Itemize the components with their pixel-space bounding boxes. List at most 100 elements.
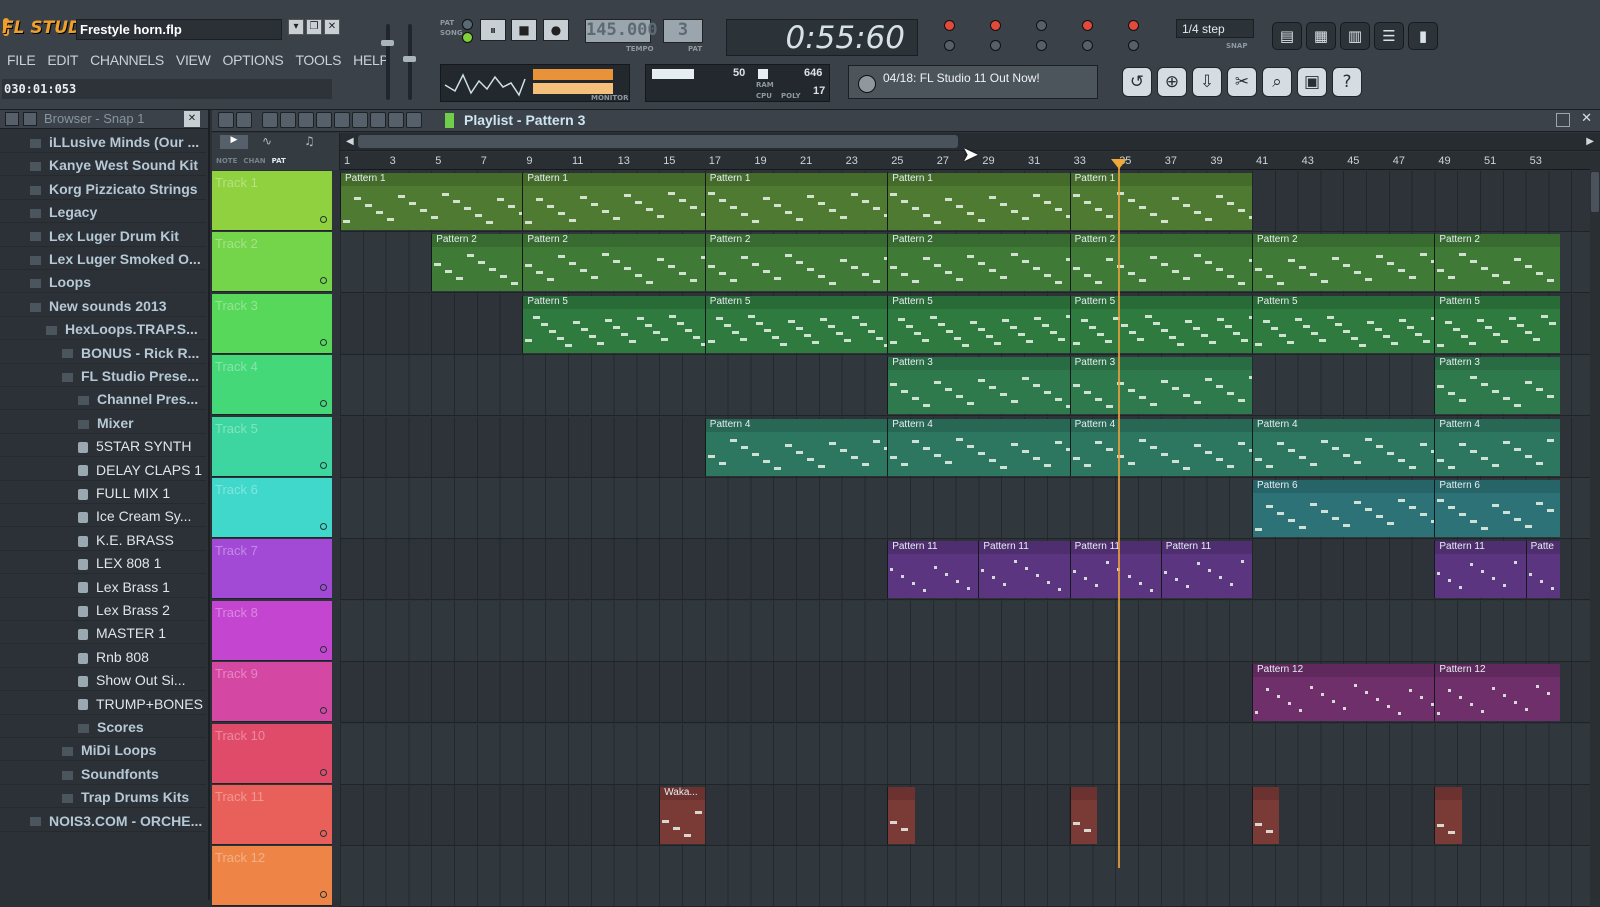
maximize-button[interactable]: ❐ <box>306 19 322 35</box>
playhead-arrow-icon[interactable] <box>1111 159 1127 169</box>
project-info-icon[interactable]: ▣ <box>1297 67 1327 97</box>
song-position-clock[interactable]: 0:55:60 <box>726 19 918 56</box>
countdown-led[interactable] <box>990 20 1001 31</box>
pattern-clip[interactable]: Pattern 6 <box>1434 480 1560 537</box>
menu-edit[interactable]: EDIT <box>42 50 83 70</box>
track-mute-icon[interactable] <box>320 400 327 408</box>
search-icon[interactable]: ⌕ <box>1262 67 1292 97</box>
browser-file-item[interactable]: TRUMP+BONES <box>0 692 206 715</box>
playlist-menu-icon[interactable] <box>218 112 234 128</box>
track-lane[interactable] <box>340 846 1590 907</box>
pattern-clip[interactable]: Pattern 11 <box>1160 541 1252 599</box>
play-tool-icon[interactable]: ▶ <box>220 135 248 149</box>
pattern-clip[interactable]: Pattern 4 <box>887 418 1070 476</box>
undo-icon[interactable]: ↺ <box>1122 67 1152 97</box>
pattern-clip[interactable]: Pattern 1 <box>522 173 705 230</box>
browser-folder-item[interactable]: HexLoops.TRAP.S... <box>0 317 206 341</box>
track-header[interactable]: Track 12 <box>212 846 332 907</box>
mixer-window-icon[interactable]: ▮ <box>1408 22 1438 50</box>
pattern-clip[interactable] <box>887 787 915 844</box>
browser-folder-item[interactable]: iLLusive Minds (Our ... <box>0 130 206 153</box>
master-pitch-slider[interactable] <box>403 24 416 100</box>
browser-folder-item[interactable]: New sounds 2013 <box>0 294 206 317</box>
track-mute-icon[interactable] <box>320 461 327 469</box>
browser-folder-item[interactable]: Lex Luger Smoked O... <box>0 247 206 270</box>
pattern-clip[interactable]: Pattern 1 <box>1069 173 1252 230</box>
filter-note[interactable]: NOTE <box>216 157 237 165</box>
pattern-clip[interactable]: Pattern 3 <box>1434 357 1560 415</box>
track-mute-icon[interactable] <box>320 768 327 776</box>
pattern-clip[interactable] <box>1252 787 1280 844</box>
browser-close-icon[interactable]: ✕ <box>184 111 200 127</box>
track-lane[interactable] <box>340 723 1590 785</box>
audio-input-led[interactable] <box>1128 40 1139 51</box>
slice-tool-icon[interactable] <box>352 112 368 128</box>
pattern-number-display[interactable]: 3 <box>663 19 703 43</box>
note-icon[interactable]: ♫ <box>304 134 315 148</box>
metronome-led[interactable] <box>944 20 955 31</box>
pattern-clip[interactable]: Pattern 11 <box>1434 541 1526 599</box>
loop-record-led[interactable] <box>1082 20 1093 31</box>
stop-button[interactable]: ■ <box>511 19 537 41</box>
browser-snap-icon[interactable] <box>23 112 37 126</box>
piano-roll-icon[interactable]: ▥ <box>1340 22 1370 50</box>
browser-file-item[interactable]: Lex Brass 1 <box>0 575 206 598</box>
tempo-display[interactable]: 145.000 <box>585 19 658 43</box>
brush-icon[interactable] <box>280 112 296 128</box>
browser-folder-item[interactable]: Soundfonts <box>0 762 206 785</box>
pattern-clip[interactable]: Pattern 6 <box>1252 480 1435 537</box>
pattern-clip[interactable]: Pattern 5 <box>1069 295 1252 353</box>
browser-folder-item[interactable]: Channel Pres... <box>0 387 206 411</box>
menu-tools[interactable]: TOOLS <box>290 50 346 70</box>
pattern-clip[interactable]: Pattern 12 <box>1252 664 1435 722</box>
pattern-clip[interactable] <box>1434 787 1462 844</box>
pattern-clip[interactable]: Pattern 5 <box>1434 295 1560 353</box>
scroll-right-icon[interactable]: ▶ <box>1586 136 1594 147</box>
track-header[interactable]: Track 4 <box>212 355 332 416</box>
pattern-clip[interactable]: Pattern 4 <box>1434 418 1560 476</box>
track-header[interactable]: Track 7 <box>212 539 332 600</box>
pattern-clip[interactable]: Pattern 5 <box>522 295 705 353</box>
pattern-clip[interactable]: Pattern 5 <box>887 295 1070 353</box>
zoom-tool-icon[interactable] <box>388 112 404 128</box>
pattern-clip[interactable]: Waka... <box>659 787 705 844</box>
pattern-clip[interactable]: Pattern 4 <box>1069 418 1252 476</box>
scrollbar-thumb[interactable] <box>358 135 958 148</box>
track-header[interactable]: Track 11 <box>212 785 332 845</box>
track-lane[interactable] <box>340 785 1590 846</box>
browser-file-item[interactable]: Rnb 808 <box>0 645 206 668</box>
playlist-window-icon[interactable]: ▤ <box>1272 22 1302 50</box>
pencil-icon[interactable] <box>262 112 278 128</box>
browser-file-item[interactable]: LEX 808 1 <box>0 551 206 575</box>
pattern-clip[interactable]: Patte <box>1525 541 1560 599</box>
pattern-clip[interactable]: Pattern 2 <box>431 234 523 292</box>
song-mode-led[interactable] <box>462 32 473 43</box>
pattern-clip[interactable]: Pattern 2 <box>887 234 1070 292</box>
project-title[interactable]: Frestyle horn.flp <box>76 19 282 40</box>
track-mute-icon[interactable] <box>320 891 327 899</box>
pattern-clip[interactable]: Pattern 5 <box>1252 295 1435 353</box>
browser-file-item[interactable]: DELAY CLAPS 1 <box>0 458 206 481</box>
browser-folder-item[interactable]: Trap Drums Kits <box>0 785 206 809</box>
browser-folder-item[interactable]: BONUS - Rick R... <box>0 341 206 364</box>
select-tool-icon[interactable] <box>370 112 386 128</box>
typing-keyboard-led[interactable] <box>944 40 955 51</box>
pattern-clip[interactable]: Pattern 1 <box>704 173 888 230</box>
pattern-clip[interactable]: Pattern 2 <box>1434 234 1560 292</box>
pattern-clip[interactable]: Pattern 11 <box>1069 541 1161 599</box>
track-header[interactable]: Track 9 <box>212 662 332 723</box>
track-lane[interactable] <box>340 600 1590 662</box>
minimize-button[interactable]: ▾ <box>288 19 304 35</box>
browser-folder-item[interactable]: Mixer <box>0 411 206 434</box>
browser-folder-item[interactable]: Loops <box>0 270 206 294</box>
menu-options[interactable]: OPTIONS <box>218 50 289 70</box>
save-icon[interactable]: ⊕ <box>1157 67 1187 97</box>
browser-file-item[interactable]: 5STAR SYNTH <box>0 434 206 458</box>
pattern-clip[interactable]: Pattern 4 <box>704 418 888 476</box>
browser-menu-icon[interactable] <box>5 112 19 126</box>
pattern-clip[interactable]: Pattern 2 <box>522 234 705 292</box>
slip-tool-icon[interactable] <box>334 112 350 128</box>
pattern-clip[interactable]: Pattern 3 <box>1069 357 1252 415</box>
pattern-clip[interactable]: Pattern 12 <box>1434 664 1560 722</box>
blend-notes-led[interactable] <box>1128 20 1139 31</box>
